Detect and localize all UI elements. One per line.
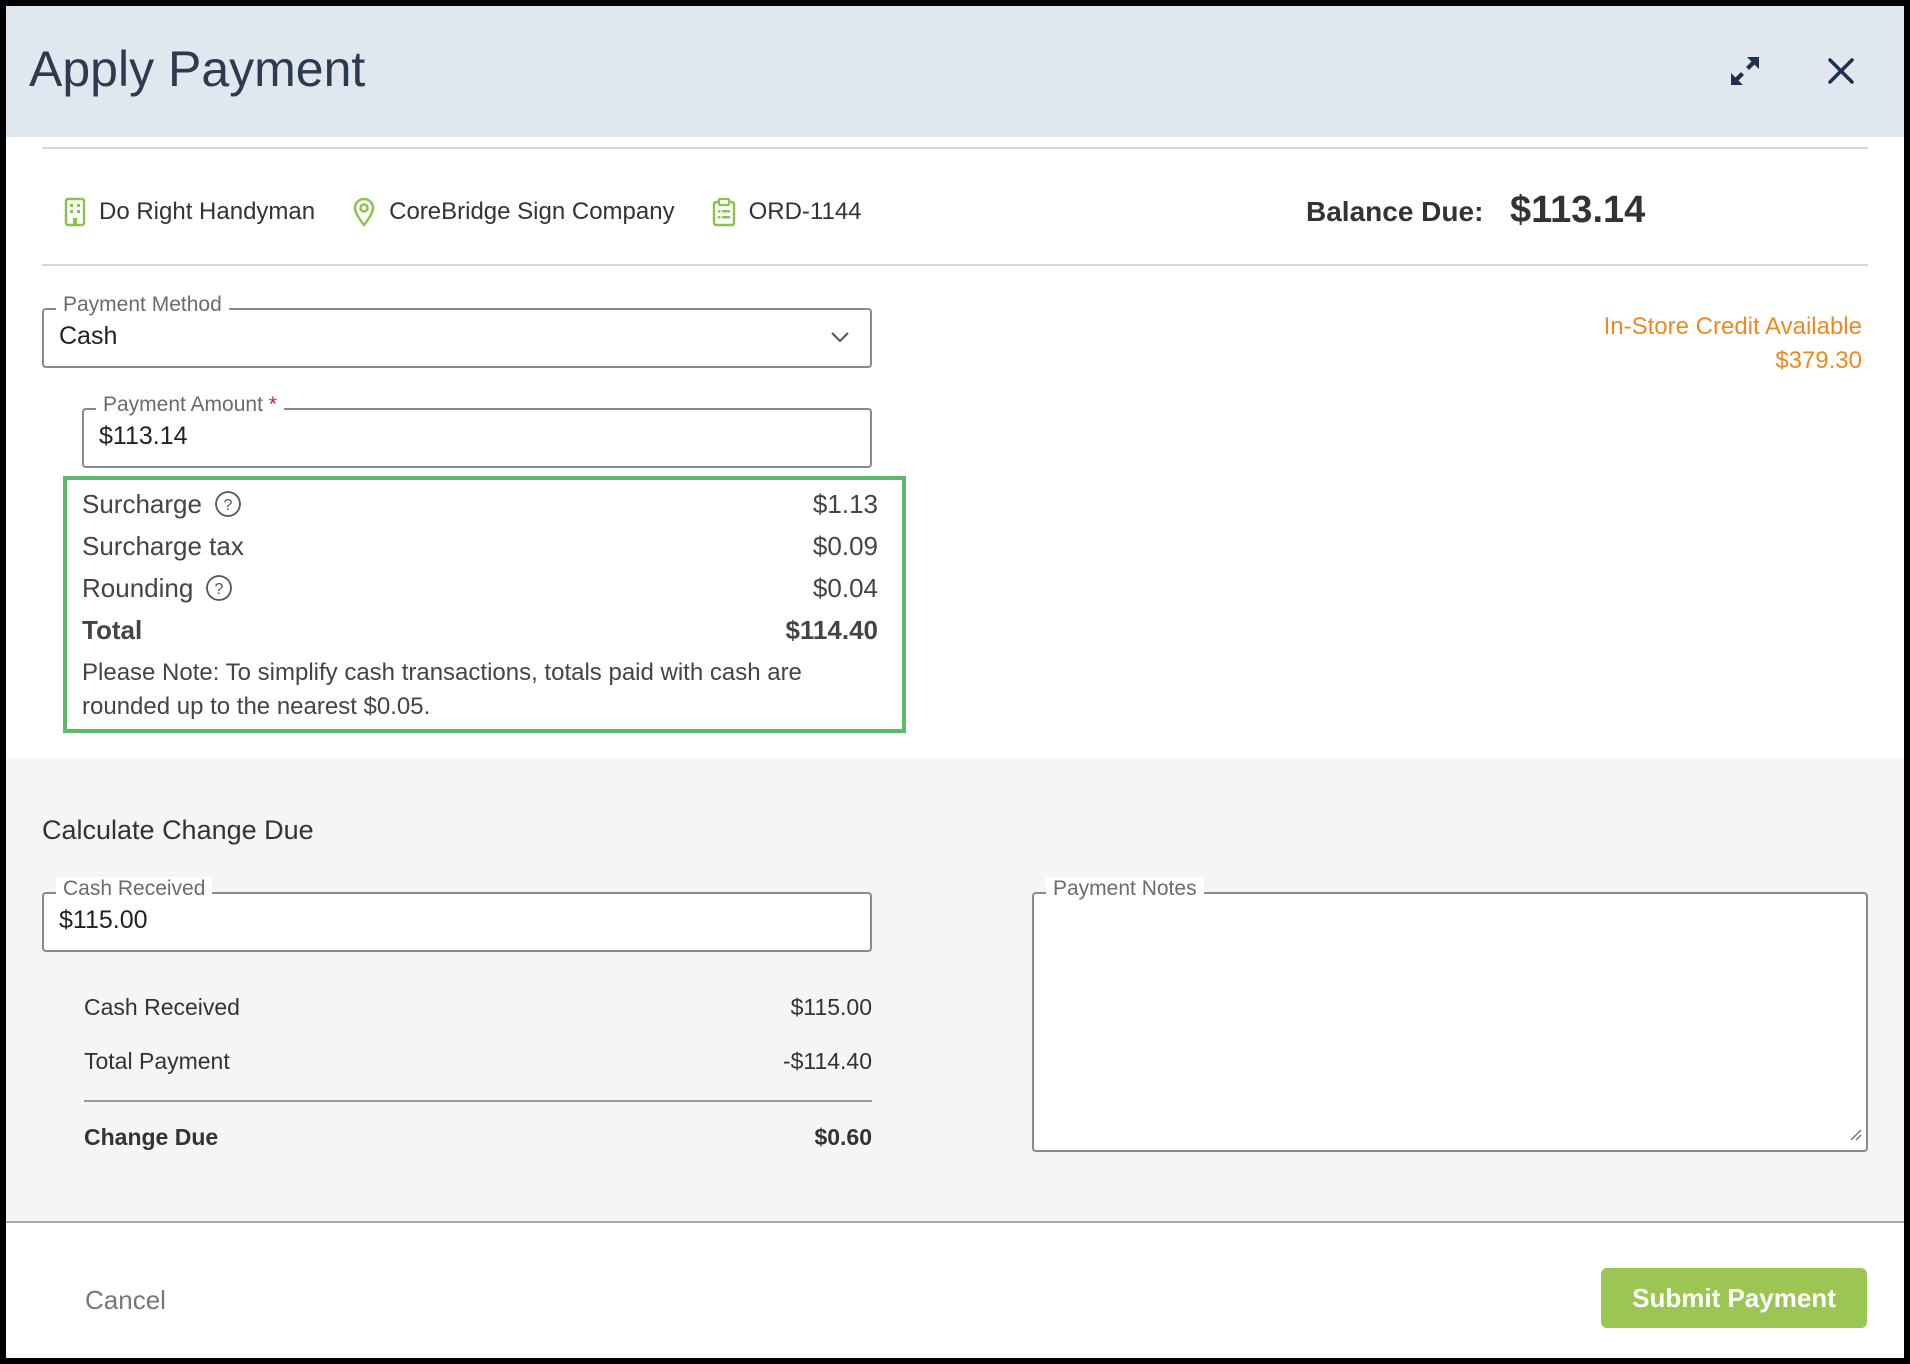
total-value: $114.40 <box>785 614 878 645</box>
divider <box>84 1100 872 1102</box>
rounding-value: $0.04 <box>812 572 878 603</box>
credit-label: In-Store Credit Available <box>1603 313 1862 340</box>
map-pin-icon <box>352 197 376 227</box>
surcharge-tax-label: Surcharge tax <box>82 530 244 561</box>
total-payment-value: -$114.40 <box>782 1048 872 1074</box>
cash-received-row: Cash Received $115.00 <box>84 994 872 1021</box>
company-name: Do Right Handyman <box>99 198 316 225</box>
rounding-row: Rounding ? $0.04 <box>82 568 878 608</box>
total-row: Total $114.40 <box>82 610 878 650</box>
close-icon <box>1828 58 1854 84</box>
in-store-credit: In-Store Credit Available $379.30 <box>1604 310 1862 378</box>
svg-text:?: ? <box>224 497 233 514</box>
submit-payment-button[interactable]: Submit Payment <box>1601 1268 1867 1328</box>
required-mark: * <box>268 393 277 416</box>
location-info: CoreBridge Sign Company <box>352 197 675 227</box>
building-icon <box>64 197 86 227</box>
modal-header: Apply Payment <box>6 6 1904 137</box>
close-button[interactable] <box>1814 44 1868 98</box>
payment-amount-value: $113.14 <box>99 422 188 450</box>
payment-method-value: Cash <box>59 322 118 350</box>
surcharge-tax-row: Surcharge tax $0.09 <box>82 526 878 566</box>
divider <box>42 264 1868 266</box>
cash-received-field-label: Cash Received <box>56 877 213 901</box>
payment-method-label: Payment Method <box>56 293 229 317</box>
balance-due-value: $113.14 <box>1510 189 1646 231</box>
divider <box>42 147 1868 149</box>
surcharge-label: Surcharge <box>82 488 202 519</box>
expand-button[interactable] <box>1718 44 1772 98</box>
payment-notes-textarea[interactable]: Payment Notes <box>1032 877 1868 1152</box>
resize-handle-icon[interactable] <box>1848 1127 1862 1146</box>
payment-amount-label: Payment Amount * <box>96 393 284 417</box>
cash-received-label: Cash Received <box>84 994 240 1020</box>
rounding-label: Rounding <box>82 572 194 603</box>
change-due-row: Change Due $0.60 <box>84 1124 872 1151</box>
expand-icon <box>1731 57 1759 85</box>
change-section: Calculate Change Due Cash Received $115.… <box>6 758 1904 1223</box>
order-number: ORD-1144 <box>748 198 862 225</box>
total-payment-row: Total Payment -$114.40 <box>84 1048 872 1075</box>
help-icon[interactable]: ? <box>214 490 242 518</box>
balance-due-label: Balance Due: <box>1306 196 1484 227</box>
order-info-row: Do Right Handyman CoreBridge Sign Compan… <box>64 192 899 232</box>
cancel-button[interactable]: Cancel <box>85 1285 166 1316</box>
total-label: Total <box>82 614 143 645</box>
cash-received-value: $115.00 <box>790 994 872 1020</box>
total-payment-label: Total Payment <box>84 1048 230 1074</box>
svg-text:?: ? <box>215 581 224 598</box>
cash-received-input[interactable]: Cash Received $115.00 <box>42 877 872 952</box>
clipboard-icon <box>712 197 736 227</box>
surcharge-value: $1.13 <box>812 488 878 519</box>
surcharge-tax-value: $0.09 <box>812 530 878 561</box>
chevron-down-icon <box>830 330 850 349</box>
payment-method-select[interactable]: Payment Method Cash <box>42 293 872 368</box>
change-section-title: Calculate Change Due <box>42 815 314 845</box>
change-due-label: Change Due <box>84 1124 219 1150</box>
change-due-value: $0.60 <box>814 1124 872 1150</box>
apply-payment-modal: Apply Payment Do Right Handyman CoreBrid… <box>6 6 1904 1358</box>
order-info: ORD-1144 <box>712 197 862 227</box>
payment-notes-label: Payment Notes <box>1046 877 1204 901</box>
company-info: Do Right Handyman <box>64 197 315 227</box>
payment-amount-input[interactable]: Payment Amount * $113.14 <box>82 393 872 468</box>
modal-title: Apply Payment <box>29 41 366 97</box>
surcharge-row: Surcharge ? $1.13 <box>82 484 878 524</box>
credit-value: $379.30 <box>1775 347 1862 374</box>
rounding-note: Please Note: To simplify cash transactio… <box>82 659 802 720</box>
cash-received-field-value: $115.00 <box>59 906 148 934</box>
help-icon[interactable]: ? <box>205 574 233 602</box>
location-name: CoreBridge Sign Company <box>389 198 675 225</box>
